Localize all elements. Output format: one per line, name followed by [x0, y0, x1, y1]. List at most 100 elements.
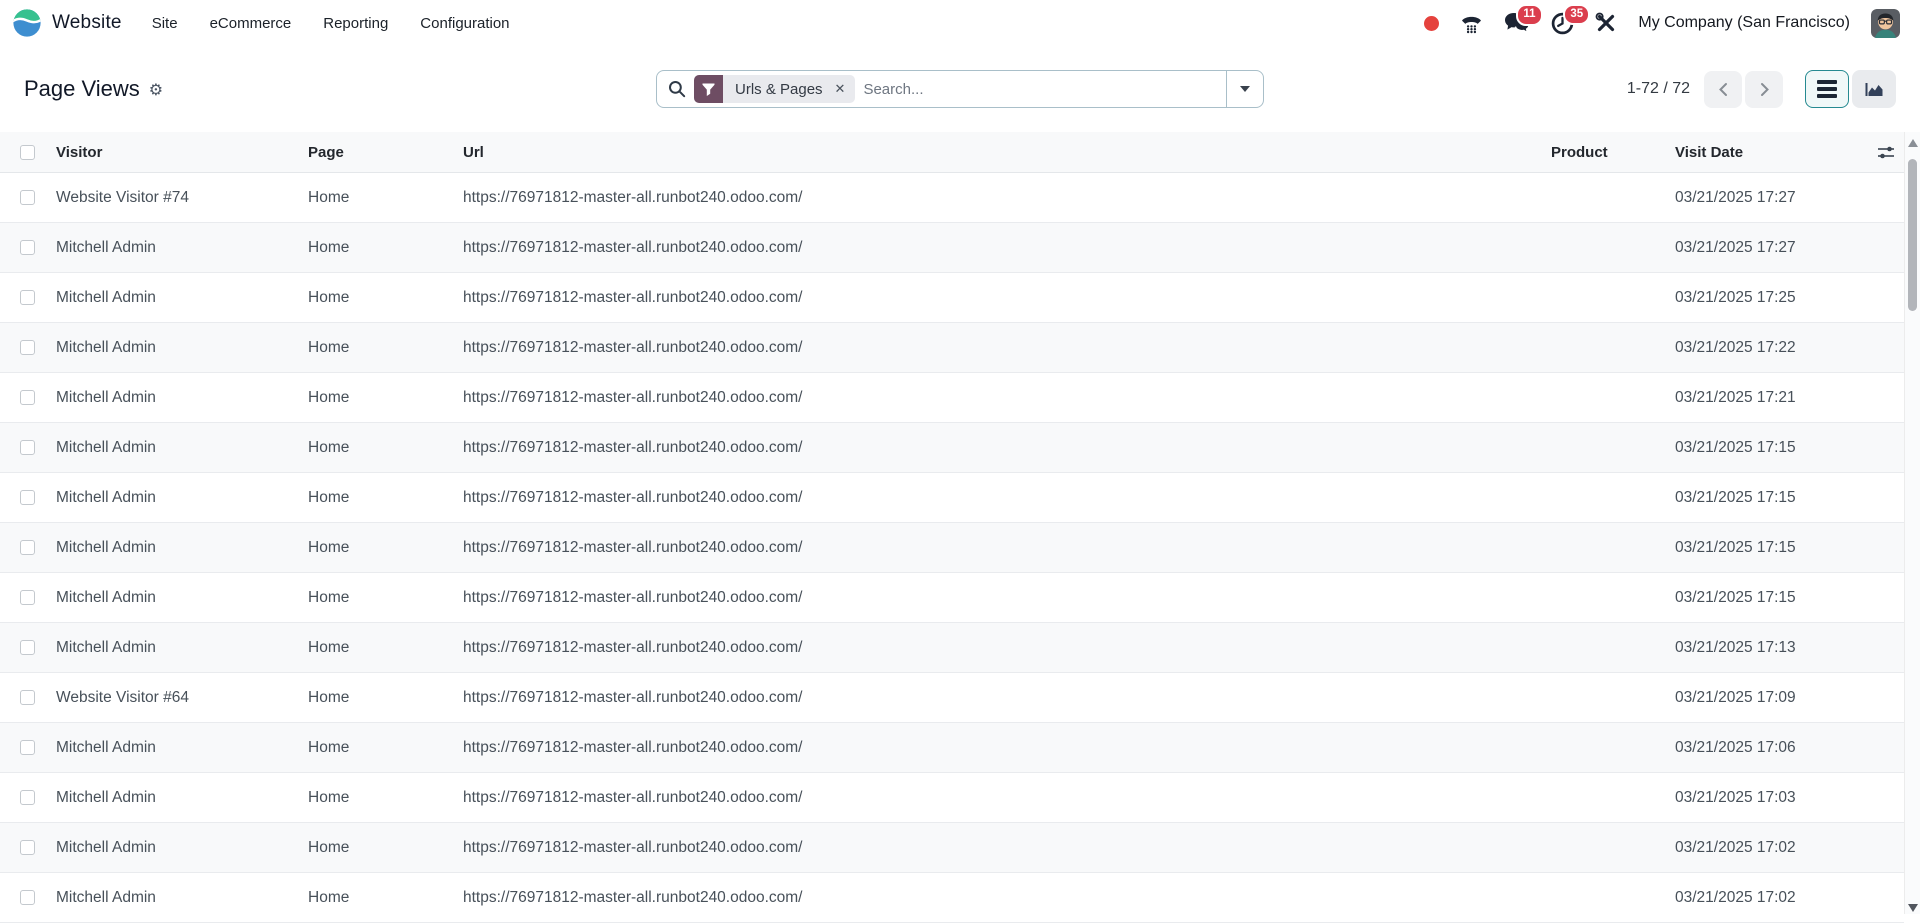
row-checkbox[interactable]: [20, 590, 35, 605]
scroll-down-arrow-icon[interactable]: [1908, 904, 1918, 912]
row-checkbox[interactable]: [20, 890, 35, 905]
table-row[interactable]: Website Visitor #74 Home https://7697181…: [0, 173, 1904, 223]
record-indicator-icon[interactable]: [1424, 16, 1439, 31]
cell-page: Home: [308, 439, 463, 457]
table-row[interactable]: Mitchell Admin Home https://76971812-mas…: [0, 273, 1904, 323]
app-switcher[interactable]: Website: [12, 8, 122, 38]
facet-label: Urls & Pages: [723, 75, 833, 103]
table-row[interactable]: Mitchell Admin Home https://76971812-mas…: [0, 623, 1904, 673]
cell-page: Home: [308, 689, 463, 707]
cell-visit-date: 03/21/2025 17:15: [1655, 539, 1868, 557]
table-row[interactable]: Mitchell Admin Home https://76971812-mas…: [0, 423, 1904, 473]
debug-tools-icon[interactable]: [1595, 12, 1617, 34]
cell-page: Home: [308, 239, 463, 257]
pager: [1704, 71, 1783, 108]
column-header-url[interactable]: Url: [463, 144, 1551, 161]
row-checkbox[interactable]: [20, 440, 35, 455]
column-header-product[interactable]: Product: [1551, 144, 1655, 161]
cell-visitor: Mitchell Admin: [56, 289, 308, 307]
table-row[interactable]: Mitchell Admin Home https://76971812-mas…: [0, 573, 1904, 623]
breadcrumb: Page Views ⚙: [24, 76, 163, 102]
table-row[interactable]: Mitchell Admin Home https://76971812-mas…: [0, 823, 1904, 873]
row-checkbox[interactable]: [20, 240, 35, 255]
messages-icon[interactable]: 11: [1504, 12, 1530, 34]
table-row[interactable]: Mitchell Admin Home https://76971812-mas…: [0, 773, 1904, 823]
user-avatar[interactable]: [1871, 9, 1900, 38]
row-checkbox[interactable]: [20, 840, 35, 855]
table-row[interactable]: Website Visitor #64 Home https://7697181…: [0, 673, 1904, 723]
cell-visitor: Website Visitor #74: [56, 189, 308, 207]
table-row[interactable]: Mitchell Admin Home https://76971812-mas…: [0, 723, 1904, 773]
search-facet[interactable]: Urls & Pages ✕: [694, 75, 855, 103]
select-all-checkbox[interactable]: [20, 145, 35, 160]
pager-next-button[interactable]: [1745, 71, 1783, 108]
graph-view-button[interactable]: [1852, 70, 1896, 108]
row-checkbox[interactable]: [20, 740, 35, 755]
menu-configuration[interactable]: Configuration: [420, 15, 509, 32]
row-checkbox-cell: [0, 540, 56, 555]
company-switcher[interactable]: My Company (San Francisco): [1638, 14, 1850, 32]
row-checkbox[interactable]: [20, 190, 35, 205]
column-header-visitor[interactable]: Visitor: [56, 144, 308, 161]
row-checkbox-cell: [0, 290, 56, 305]
facet-close-icon[interactable]: ✕: [833, 75, 856, 103]
pager-previous-button[interactable]: [1704, 71, 1742, 108]
cell-page: Home: [308, 739, 463, 757]
cell-url: https://76971812-master-all.runbot240.od…: [463, 889, 1551, 907]
row-checkbox[interactable]: [20, 690, 35, 705]
pager-value[interactable]: 1-72 / 72: [1627, 80, 1690, 98]
cell-page: Home: [308, 189, 463, 207]
row-checkbox-cell: [0, 440, 56, 455]
row-checkbox-cell: [0, 890, 56, 905]
voip-phone-icon[interactable]: [1460, 13, 1483, 34]
search-input[interactable]: [855, 81, 1226, 98]
app-name: Website: [52, 12, 122, 34]
menu-reporting[interactable]: Reporting: [323, 15, 388, 32]
menu-site[interactable]: Site: [152, 15, 178, 32]
cell-page: Home: [308, 339, 463, 357]
vertical-scrollbar[interactable]: [1904, 132, 1920, 914]
table-row[interactable]: Mitchell Admin Home https://76971812-mas…: [0, 473, 1904, 523]
cell-url: https://76971812-master-all.runbot240.od…: [463, 689, 1551, 707]
cell-visit-date: 03/21/2025 17:02: [1655, 889, 1868, 907]
row-checkbox[interactable]: [20, 540, 35, 555]
cell-visit-date: 03/21/2025 17:13: [1655, 639, 1868, 657]
filter-funnel-icon: [694, 75, 723, 103]
row-checkbox[interactable]: [20, 340, 35, 355]
cell-visit-date: 03/21/2025 17:22: [1655, 339, 1868, 357]
control-panel-right: 1-72 / 72: [1627, 70, 1896, 108]
list-view-button[interactable]: [1805, 70, 1849, 108]
table-row[interactable]: Mitchell Admin Home https://76971812-mas…: [0, 223, 1904, 273]
row-checkbox-cell: [0, 240, 56, 255]
menu-ecommerce[interactable]: eCommerce: [210, 15, 292, 32]
row-checkbox[interactable]: [20, 390, 35, 405]
search-dropdown-toggle[interactable]: [1226, 71, 1263, 107]
cell-visit-date: 03/21/2025 17:09: [1655, 689, 1868, 707]
cell-visitor: Mitchell Admin: [56, 439, 308, 457]
row-checkbox[interactable]: [20, 790, 35, 805]
column-header-page[interactable]: Page: [308, 144, 463, 161]
row-checkbox[interactable]: [20, 640, 35, 655]
row-checkbox-cell: [0, 340, 56, 355]
scroll-up-arrow-icon[interactable]: [1908, 139, 1918, 147]
table-row[interactable]: Mitchell Admin Home https://76971812-mas…: [0, 323, 1904, 373]
cell-visitor: Mitchell Admin: [56, 839, 308, 857]
action-gear-icon[interactable]: ⚙: [149, 80, 163, 99]
table-row[interactable]: Mitchell Admin Home https://76971812-mas…: [0, 373, 1904, 423]
column-settings-icon[interactable]: [1868, 145, 1904, 160]
column-header-visit-date[interactable]: Visit Date: [1655, 144, 1868, 161]
row-checkbox-cell: [0, 690, 56, 705]
table-row[interactable]: Mitchell Admin Home https://76971812-mas…: [0, 873, 1904, 923]
cell-url: https://76971812-master-all.runbot240.od…: [463, 589, 1551, 607]
scrollbar-thumb[interactable]: [1908, 159, 1917, 311]
cell-visitor: Mitchell Admin: [56, 739, 308, 757]
page-title: Page Views: [24, 76, 140, 102]
activities-clock-icon[interactable]: 35: [1551, 12, 1574, 35]
table-row[interactable]: Mitchell Admin Home https://76971812-mas…: [0, 523, 1904, 573]
row-checkbox[interactable]: [20, 490, 35, 505]
cell-url: https://76971812-master-all.runbot240.od…: [463, 839, 1551, 857]
cell-visitor: Mitchell Admin: [56, 789, 308, 807]
cell-url: https://76971812-master-all.runbot240.od…: [463, 389, 1551, 407]
row-checkbox[interactable]: [20, 290, 35, 305]
cell-url: https://76971812-master-all.runbot240.od…: [463, 539, 1551, 557]
